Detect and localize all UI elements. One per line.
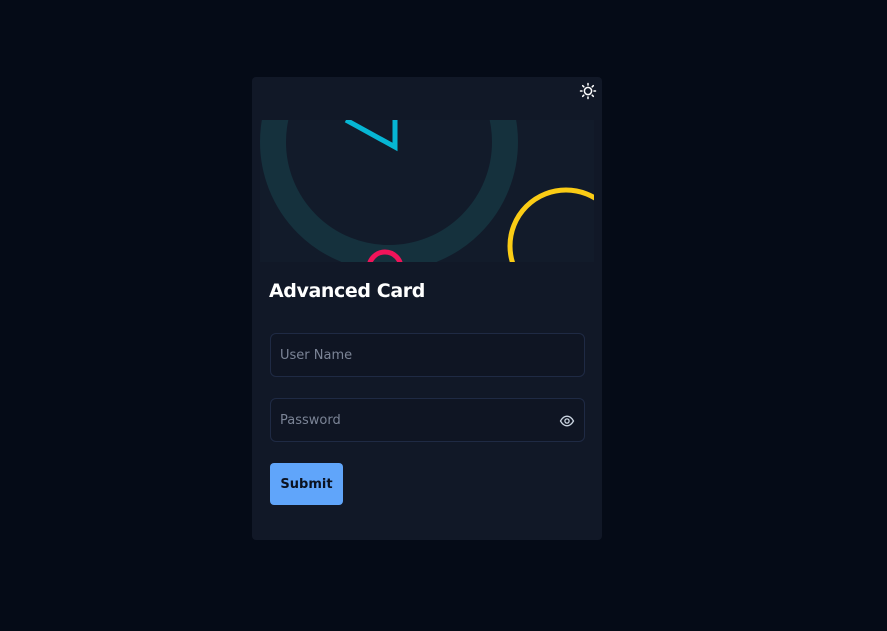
card-hero-illustration bbox=[260, 120, 594, 262]
submit-button[interactable]: Submit bbox=[270, 463, 343, 505]
card-title: Advanced Card bbox=[269, 280, 425, 302]
sun-icon[interactable] bbox=[579, 82, 597, 100]
username-input[interactable] bbox=[271, 334, 584, 376]
password-field bbox=[270, 398, 585, 442]
eye-icon[interactable] bbox=[559, 413, 575, 429]
login-card: Advanced Card Submit bbox=[252, 77, 602, 540]
username-field bbox=[270, 333, 585, 377]
password-input[interactable] bbox=[271, 399, 584, 441]
